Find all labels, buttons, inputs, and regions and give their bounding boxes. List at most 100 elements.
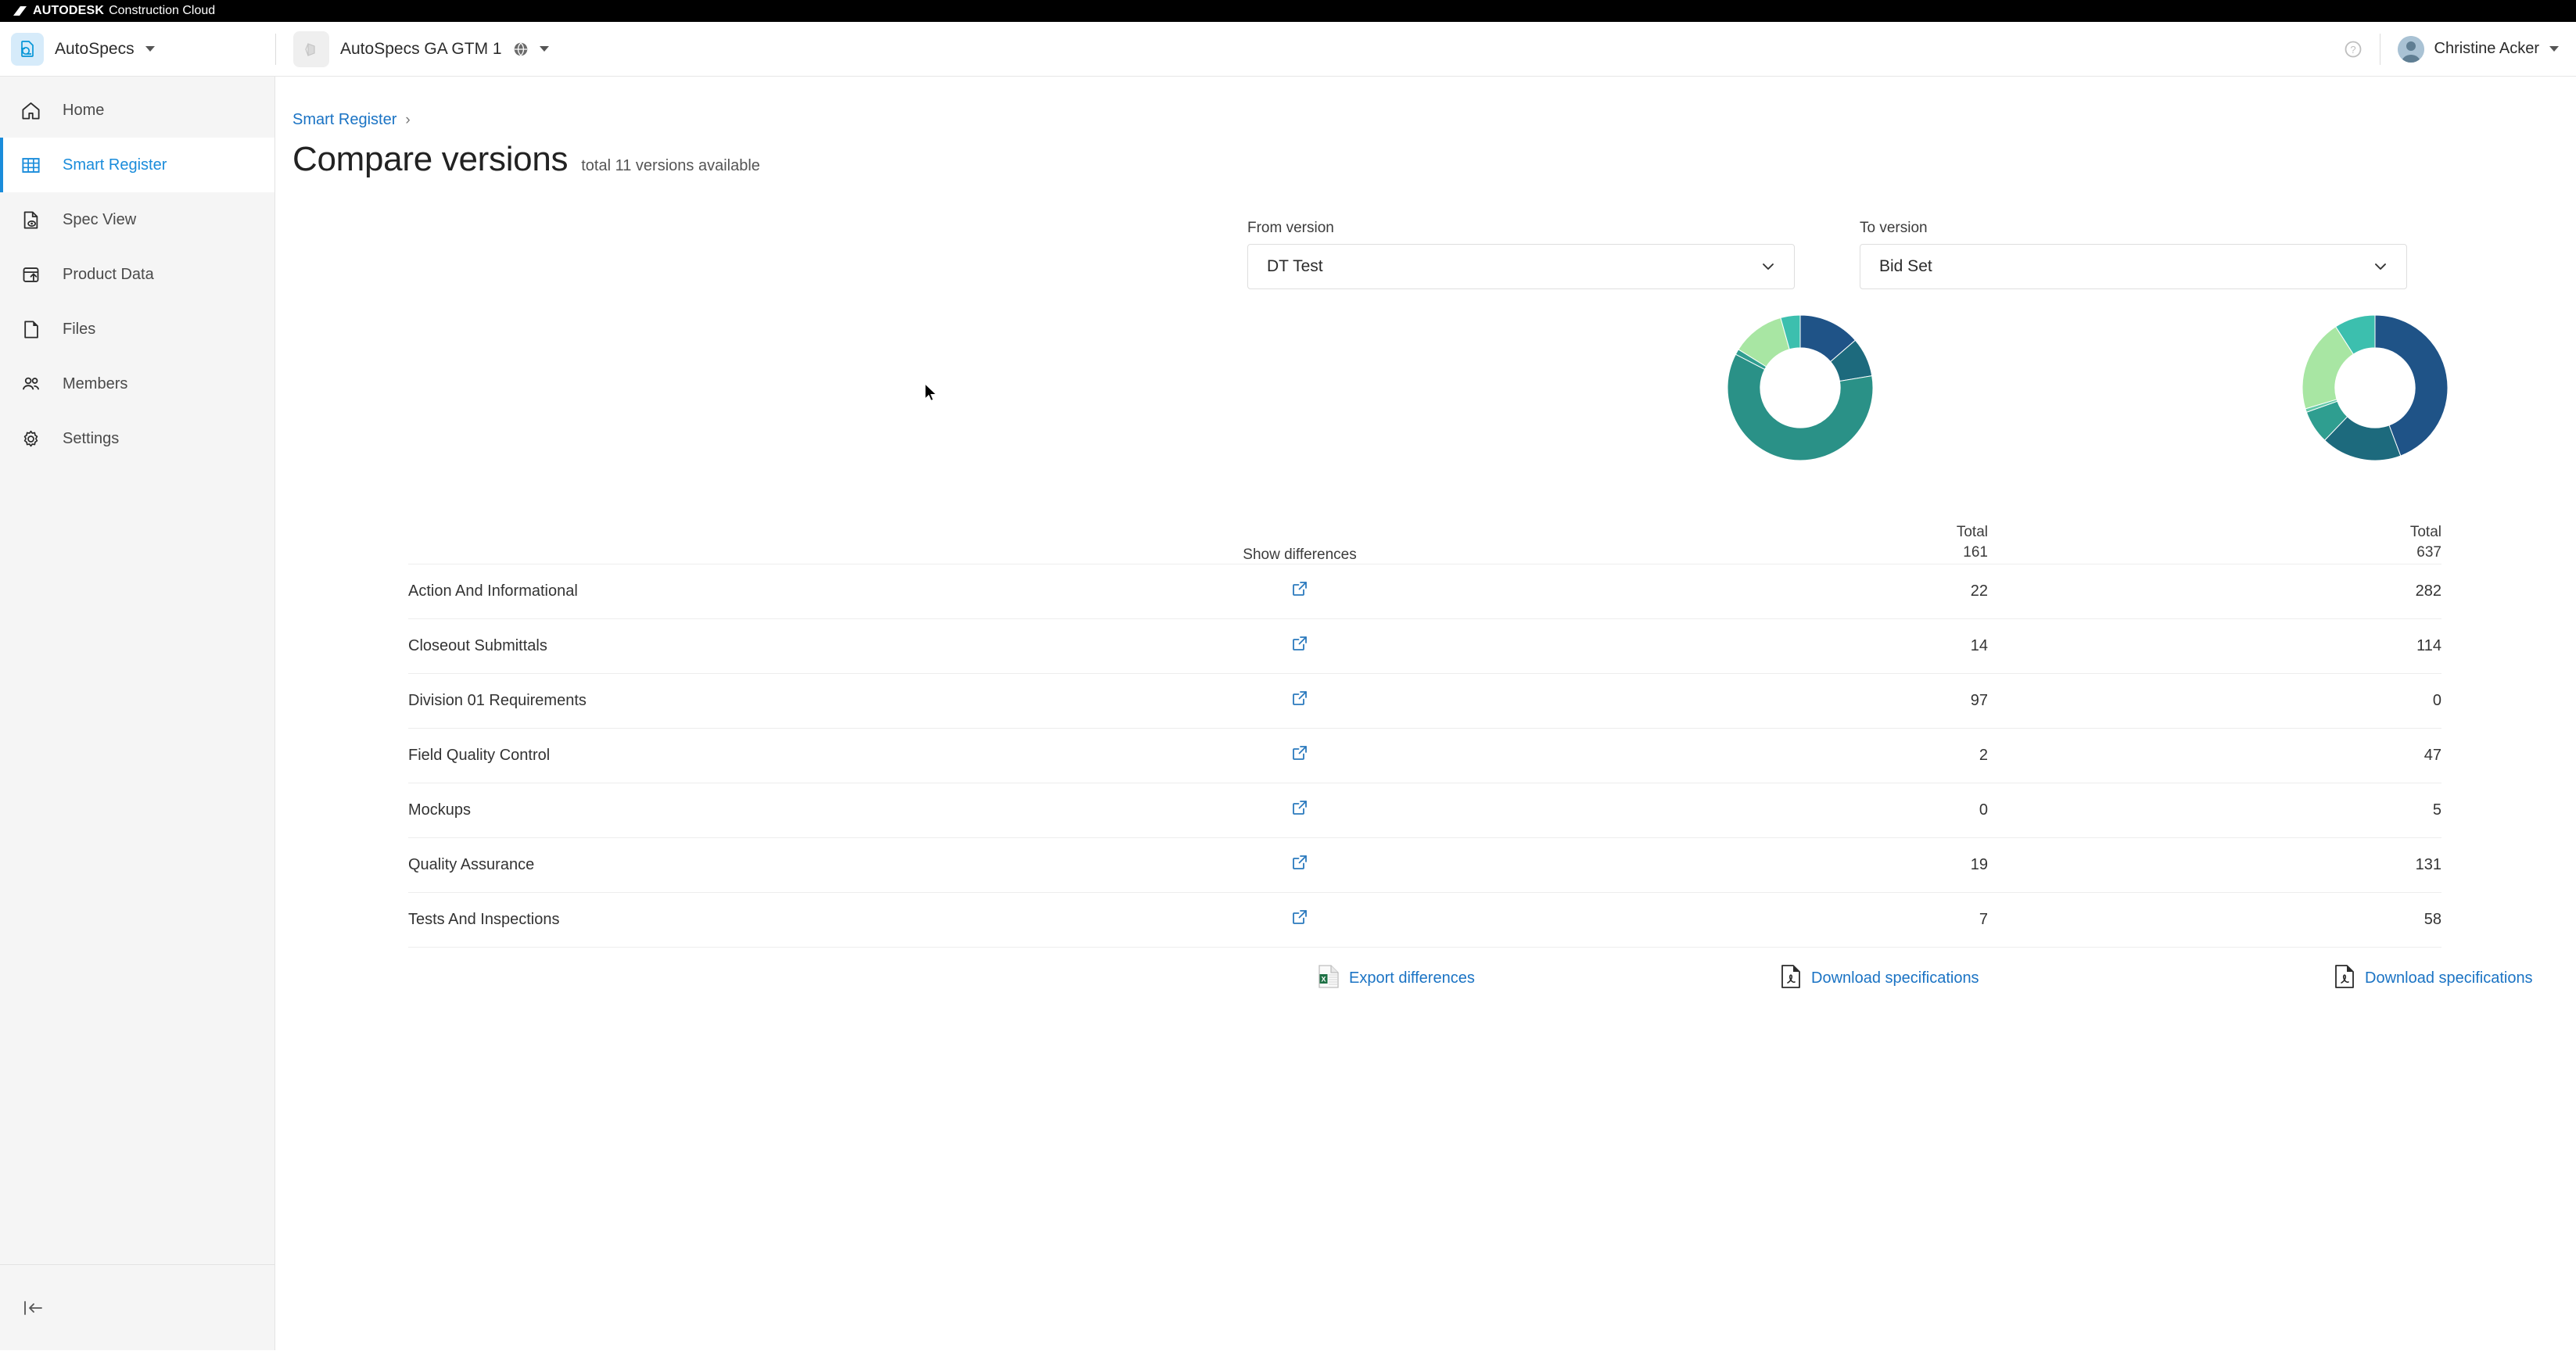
- external-link-icon[interactable]: [1291, 580, 1308, 597]
- sidebar: Home Smart Register Spec View Product Da…: [0, 77, 275, 1350]
- external-link-icon[interactable]: [1291, 690, 1308, 707]
- product-switcher[interactable]: AutoSpecs: [0, 22, 275, 76]
- row-to-count: 0: [2432, 691, 2441, 709]
- autodesk-wordmark: AUTODESK: [33, 4, 105, 17]
- row-category-name: Mockups: [408, 801, 472, 819]
- sidebar-item-label: Product Data: [63, 265, 154, 283]
- footer-link-label: Download specifications: [2365, 969, 2533, 987]
- sidebar-item-files[interactable]: Files: [0, 302, 274, 357]
- row-from-count: 19: [1970, 855, 1988, 873]
- caret-down-icon: [539, 46, 549, 52]
- table-row: Action And Informational 22 282: [408, 564, 2441, 618]
- row-from-count: 2: [1979, 746, 1988, 764]
- row-show-differences-cell: [1065, 618, 1534, 673]
- project-name: AutoSpecs GA GTM 1: [340, 39, 502, 58]
- breadcrumb: Smart Register ›: [275, 111, 2576, 129]
- header-show-differences: Show differences: [1243, 546, 1357, 563]
- row-category-name: Action And Informational: [408, 582, 578, 600]
- row-show-differences-cell: [1065, 673, 1534, 728]
- table-row: Field Quality Control 2 47: [408, 728, 2441, 783]
- people-icon: [19, 372, 42, 396]
- sidebar-item-home[interactable]: Home: [0, 83, 274, 138]
- row-show-differences-cell: [1065, 892, 1534, 947]
- external-link-icon[interactable]: [1291, 854, 1308, 871]
- version-selectors: From version DT Test To version Bid Set: [275, 220, 2576, 295]
- app-header: AutoSpecs AutoSpecs GA GTM 1 ? Christine…: [0, 22, 2576, 77]
- to-version-value: Bid Set: [1879, 257, 1932, 275]
- to-version-donut-chart: [2293, 306, 2457, 474]
- sidebar-item-settings[interactable]: Settings: [0, 411, 274, 466]
- caret-down-icon: [145, 46, 155, 52]
- user-menu[interactable]: Christine Acker: [2397, 35, 2559, 63]
- globe-icon: [513, 41, 529, 57]
- sidebar-item-smart-register[interactable]: Smart Register: [0, 138, 274, 192]
- from-version-donut-chart: [1718, 306, 1882, 474]
- from-total-label: Total: [1956, 524, 1988, 541]
- sidebar-item-product-data[interactable]: Product Data: [0, 247, 274, 302]
- table-row: Quality Assurance 19 131: [408, 837, 2441, 892]
- external-link-icon[interactable]: [1291, 799, 1308, 816]
- table-head: Show differences Total 161 Total 637: [408, 518, 2441, 564]
- gear-icon: [19, 427, 42, 450]
- page-body: Home Smart Register Spec View Product Da…: [0, 77, 2576, 1350]
- svg-text:?: ?: [2350, 44, 2355, 56]
- caret-down-icon: [2549, 46, 2559, 52]
- breadcrumb-link-smart-register[interactable]: Smart Register: [292, 111, 396, 129]
- table-row: Tests And Inspections 7 58: [408, 892, 2441, 947]
- footer-actions: X Export differences Download specificat…: [275, 964, 2576, 1012]
- from-total-value: 161: [1963, 544, 1988, 561]
- sidebar-footer: [0, 1264, 274, 1350]
- table-header-row: Show differences Total 161 Total 637: [408, 518, 2441, 564]
- to-total-label: Total: [2409, 524, 2441, 541]
- autodesk-logo-icon: [11, 5, 28, 16]
- page-title: Compare versions: [292, 140, 569, 178]
- excel-file-icon: X: [1318, 964, 1339, 993]
- chevron-down-icon: [2372, 258, 2389, 275]
- download-specifications-from-link[interactable]: Download specifications: [1781, 964, 1979, 993]
- from-version-select[interactable]: DT Test: [1247, 244, 1795, 289]
- breadcrumb-separator-icon: ›: [405, 111, 411, 128]
- help-circle-icon[interactable]: ?: [2344, 40, 2363, 59]
- product-name: AutoSpecs: [55, 39, 135, 58]
- sidebar-item-spec-view[interactable]: Spec View: [0, 192, 274, 247]
- comparison-table: Show differences Total 161 Total 637 Act…: [408, 518, 2441, 948]
- external-link-icon[interactable]: [1291, 635, 1308, 652]
- sidebar-item-label: Smart Register: [63, 156, 167, 174]
- svg-text:X: X: [1321, 975, 1326, 983]
- from-version-value: DT Test: [1267, 257, 1323, 275]
- user-avatar-icon: [2397, 35, 2424, 63]
- to-version-select[interactable]: Bid Set: [1860, 244, 2407, 289]
- sidebar-item-label: Members: [63, 374, 128, 392]
- row-from-count: 14: [1970, 636, 1988, 654]
- table-row: Mockups 0 5: [408, 783, 2441, 837]
- row-to-count: 47: [2424, 746, 2441, 764]
- sidebar-nav: Home Smart Register Spec View Product Da…: [0, 77, 274, 466]
- download-specifications-to-link[interactable]: Download specifications: [2334, 964, 2533, 993]
- export-differences-link[interactable]: X Export differences: [1318, 964, 1475, 993]
- to-version-label: To version: [1860, 220, 1928, 236]
- row-to-count: 282: [2415, 582, 2441, 600]
- home-icon: [19, 99, 42, 122]
- project-switcher[interactable]: AutoSpecs GA GTM 1: [276, 22, 549, 76]
- to-version-selector-group: To version Bid Set: [1860, 220, 2407, 289]
- page-title-row: Compare versions total 11 versions avail…: [275, 140, 2576, 179]
- header-to-total: Total 637: [1988, 518, 2441, 564]
- row-show-differences-cell: [1065, 564, 1534, 618]
- external-link-icon[interactable]: [1291, 744, 1308, 762]
- row-from-count: 0: [1979, 801, 1988, 819]
- header-category: [408, 518, 1065, 564]
- project-thumbnail-icon: [293, 30, 329, 67]
- row-category-name: Division 01 Requirements: [408, 691, 587, 709]
- external-link-icon[interactable]: [1291, 908, 1308, 926]
- row-to-count: 58: [2424, 910, 2441, 928]
- sidebar-item-members[interactable]: Members: [0, 357, 274, 411]
- row-to-count: 5: [2432, 801, 2441, 819]
- collapse-sidebar-icon[interactable]: [20, 1295, 47, 1321]
- row-to-count: 114: [2416, 636, 2441, 654]
- sidebar-item-label: Settings: [63, 429, 120, 447]
- header-from-total: Total 161: [1534, 518, 1988, 564]
- autodesk-construction-cloud-bar: AUTODESK Construction Cloud: [0, 0, 2576, 22]
- autospecs-product-icon: [11, 32, 44, 66]
- pdf-file-icon: [1781, 964, 1801, 993]
- from-version-selector-group: From version DT Test: [1247, 220, 1795, 289]
